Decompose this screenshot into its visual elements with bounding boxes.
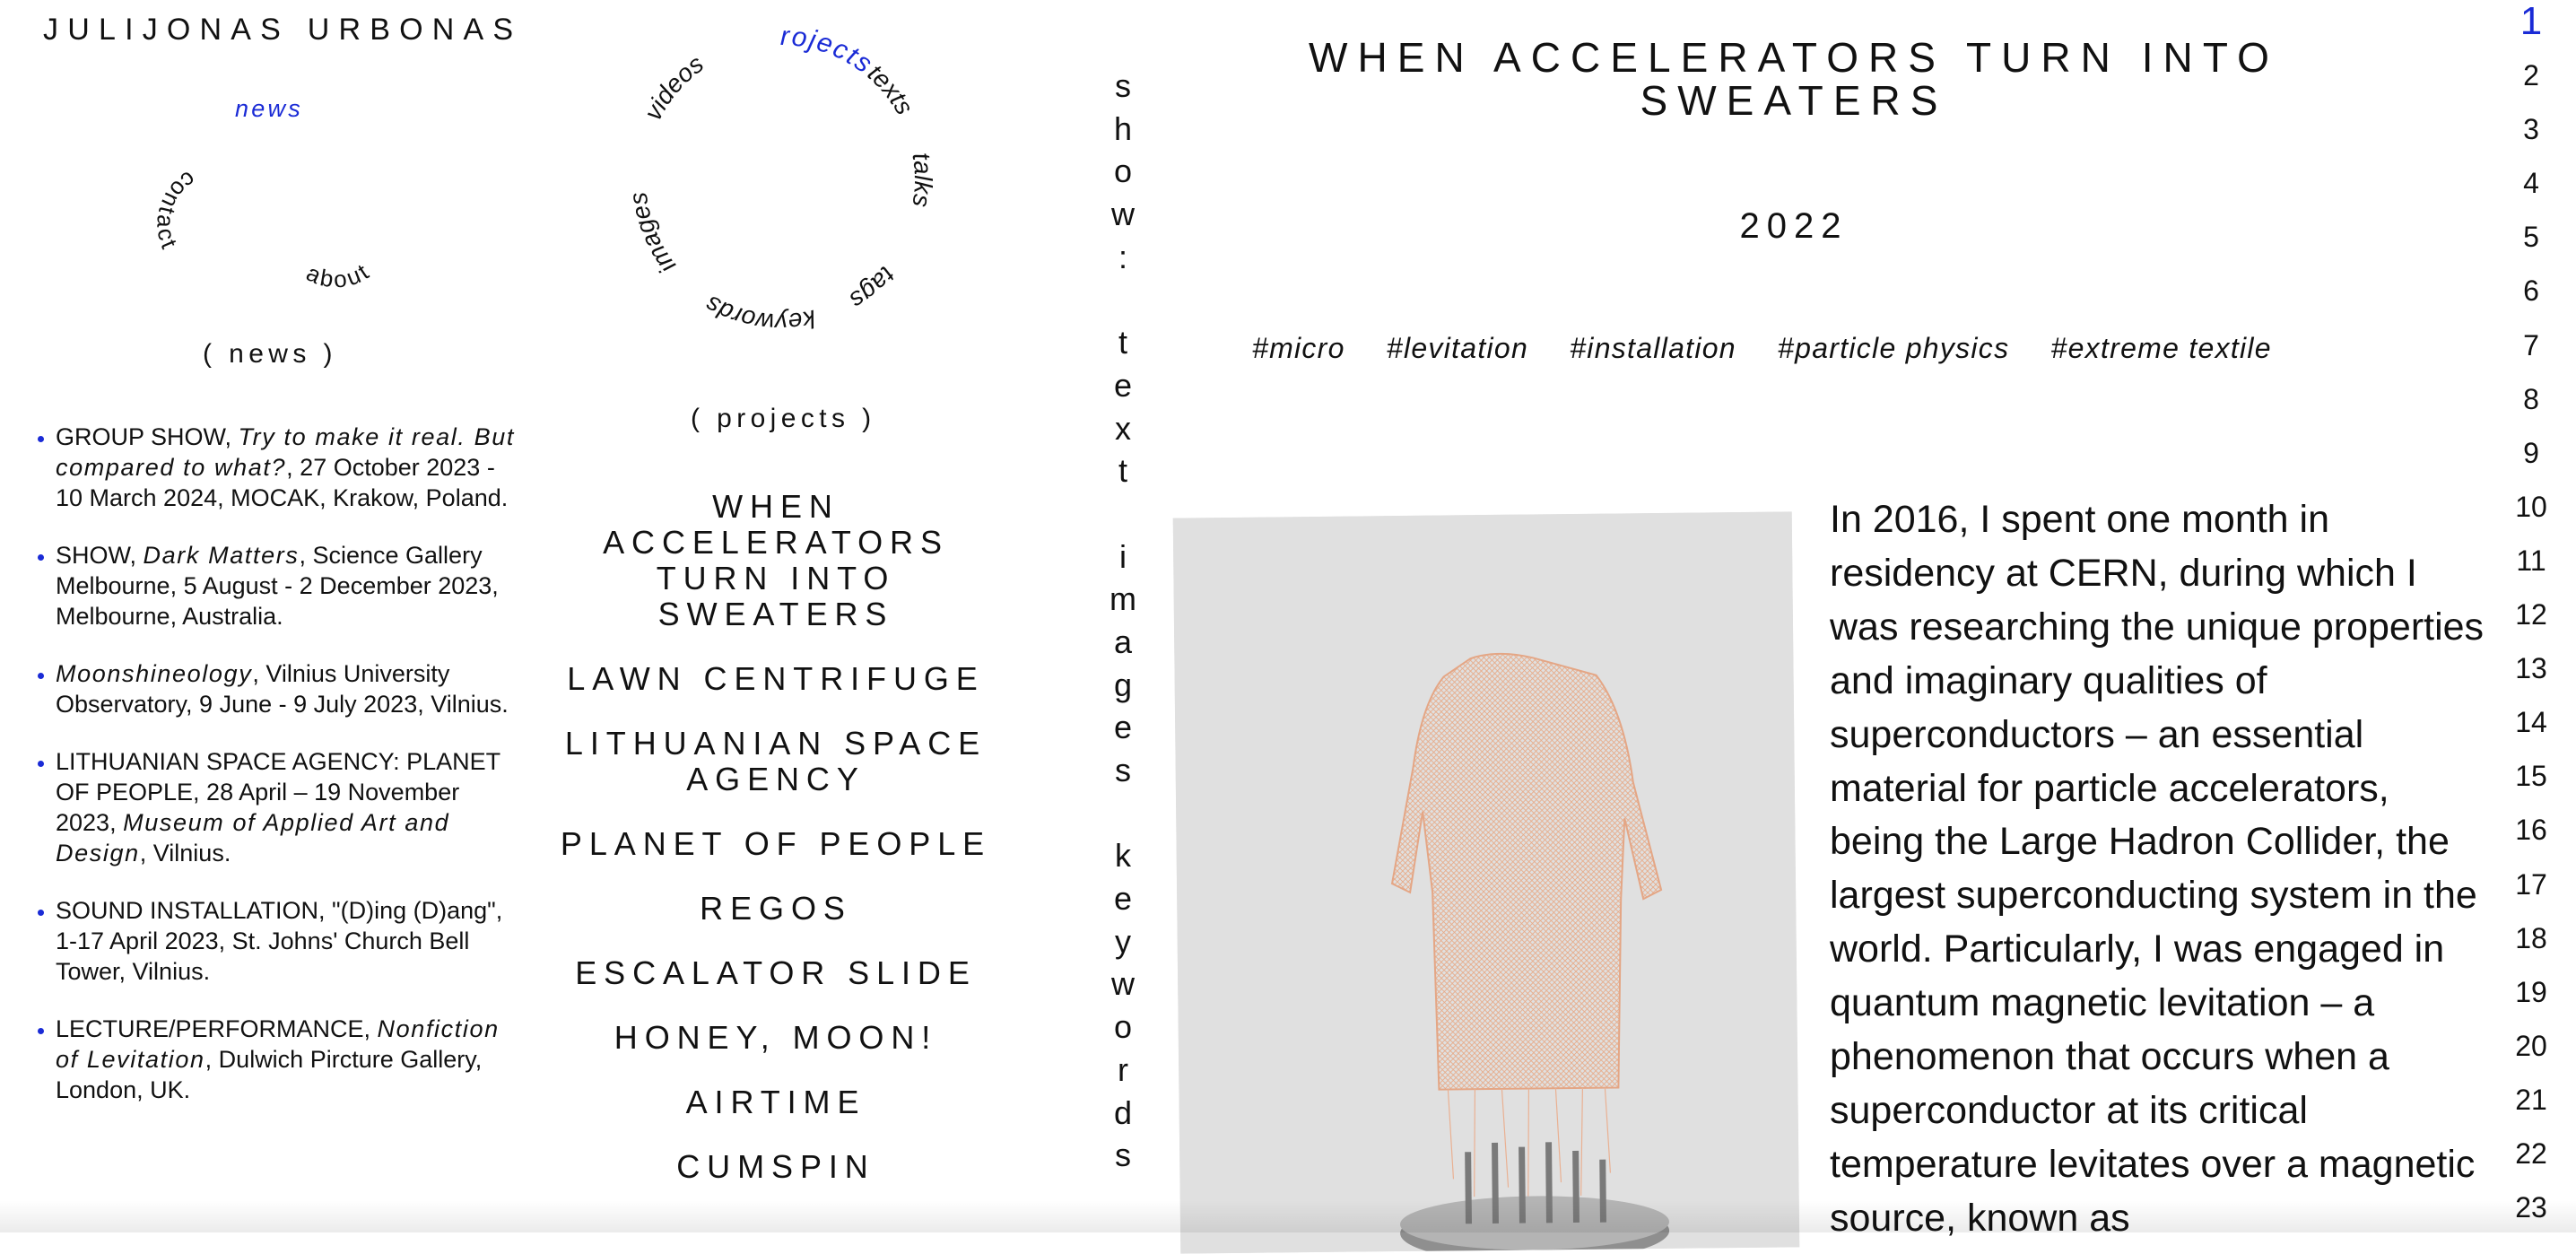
line-number[interactable]: 6 (2504, 269, 2558, 323)
line-number[interactable]: 21 (2504, 1078, 2558, 1132)
article-year: 2022 (1739, 206, 1849, 246)
nav-texts-link[interactable]: texts (863, 59, 919, 120)
project-list: WHEN ACCELERATORS TURN INTO SWEATERS LAW… (538, 489, 1014, 1214)
line-number[interactable]: 4 (2504, 161, 2558, 215)
project-link[interactable]: ESCALATOR SLIDE (538, 955, 1014, 991)
line-number[interactable]: 14 (2504, 701, 2558, 754)
line-number[interactable]: 17 (2504, 863, 2558, 917)
line-number[interactable]: 10 (2504, 485, 2558, 539)
news-item: LITHUANIAN SPACE AGENCY: PLANET OF PEOPL… (56, 746, 522, 868)
nav-projects-link[interactable]: projects (628, 27, 879, 80)
news-item: SOUND INSTALLATION, "(D)ing (D)ang", 1-1… (56, 895, 522, 987)
news-item: SHOW, Dark Matters, Science Gallery Melb… (56, 540, 522, 631)
nav-videos-link[interactable]: videos (639, 49, 709, 125)
section-heading-projects: ( projects ) (691, 404, 876, 433)
tag-link[interactable]: #micro (1252, 332, 1345, 364)
project-link[interactable]: CUMSPIN (538, 1149, 1014, 1185)
line-number[interactable]: 18 (2504, 917, 2558, 971)
news-item: LECTURE/PERFORMANCE, Nonfiction of Levit… (56, 1014, 522, 1105)
tag-link[interactable]: #extreme textile (2051, 332, 2272, 364)
show-keywords-toggle[interactable]: keywords (1109, 834, 1137, 1177)
project-image[interactable] (1172, 511, 1800, 1254)
show-images-toggle[interactable]: images (1109, 536, 1137, 792)
line-number[interactable]: 13 (2504, 647, 2558, 701)
project-link[interactable]: PLANET OF PEOPLE (538, 826, 1014, 862)
nav-news-link[interactable]: news (235, 95, 303, 123)
show-text-toggle[interactable]: text (1109, 321, 1137, 492)
line-number[interactable]: 12 (2504, 593, 2558, 647)
line-number[interactable]: 22 (2504, 1132, 2558, 1186)
line-number[interactable]: 23 (2504, 1186, 2558, 1240)
tag-list: #micro #levitation #installation #partic… (1252, 332, 2418, 365)
tag-link[interactable]: #particle physics (1778, 332, 2009, 364)
nav-tags-link[interactable]: tags (845, 262, 901, 315)
line-number-gutter: 1 2 3 4 5 6 7 8 9 10 11 12 13 14 15 16 17 18 19 20 21 22 23 (2504, 0, 2558, 1240)
line-number[interactable]: 7 (2504, 324, 2558, 378)
show-label: show: (1111, 67, 1135, 275)
nav-talks-link[interactable]: talks (907, 151, 933, 209)
small-nav-circle: contact about (152, 166, 375, 293)
line-number[interactable]: 19 (2504, 971, 2558, 1024)
line-number[interactable]: 16 (2504, 808, 2558, 862)
section-heading-news: ( news ) (203, 339, 337, 369)
project-link[interactable]: LITHUANIAN SPACE AGENCY (538, 726, 1014, 797)
project-link[interactable]: WHEN ACCELERATORS TURN INTO SWEATERS (538, 489, 1014, 632)
article-body: In 2016, I spent one month in residency … (1830, 498, 2485, 1240)
article-title: WHEN ACCELERATORS TURN INTO SWEATERS (1309, 34, 2279, 124)
line-number[interactable]: 11 (2504, 539, 2558, 593)
line-number[interactable]: 9 (2504, 431, 2558, 485)
line-number[interactable]: 3 (2504, 108, 2558, 161)
nav-keywords-link[interactable]: keywords (701, 291, 818, 332)
tag-link[interactable]: #installation (1570, 332, 1736, 364)
nav-about-link[interactable]: about (302, 257, 375, 292)
project-link[interactable]: LAWN CENTRIFUGE (538, 661, 1014, 697)
news-list: GROUP SHOW, Try to make it real. But com… (27, 422, 522, 1132)
nav-contact-link[interactable]: contact (152, 166, 201, 255)
site-title[interactable]: JULIJONAS URBONAS (43, 13, 522, 48)
nav-images-link[interactable]: images (628, 191, 681, 279)
line-number[interactable]: 2 (2504, 54, 2558, 108)
project-link[interactable]: HONEY, MOON! (538, 1020, 1014, 1056)
line-number[interactable]: 8 (2504, 378, 2558, 431)
line-number[interactable]: 15 (2504, 754, 2558, 808)
show-toggle-nav: show: text images keywords (1109, 65, 1137, 1177)
project-link[interactable]: AIRTIME (538, 1084, 1014, 1120)
line-number[interactable]: 20 (2504, 1024, 2558, 1078)
tag-link[interactable]: #levitation (1387, 332, 1528, 364)
line-number[interactable]: 1 (2504, 0, 2558, 54)
levitating-sweater-image (1172, 511, 1800, 1254)
news-item: GROUP SHOW, Try to make it real. But com… (56, 422, 522, 513)
main-nav-circle: projects texts talks tags keywords image… (628, 27, 933, 332)
project-link[interactable]: REGOS (538, 891, 1014, 927)
line-number[interactable]: 5 (2504, 215, 2558, 269)
news-item: Moonshineology, Vilnius University Obser… (56, 658, 522, 719)
